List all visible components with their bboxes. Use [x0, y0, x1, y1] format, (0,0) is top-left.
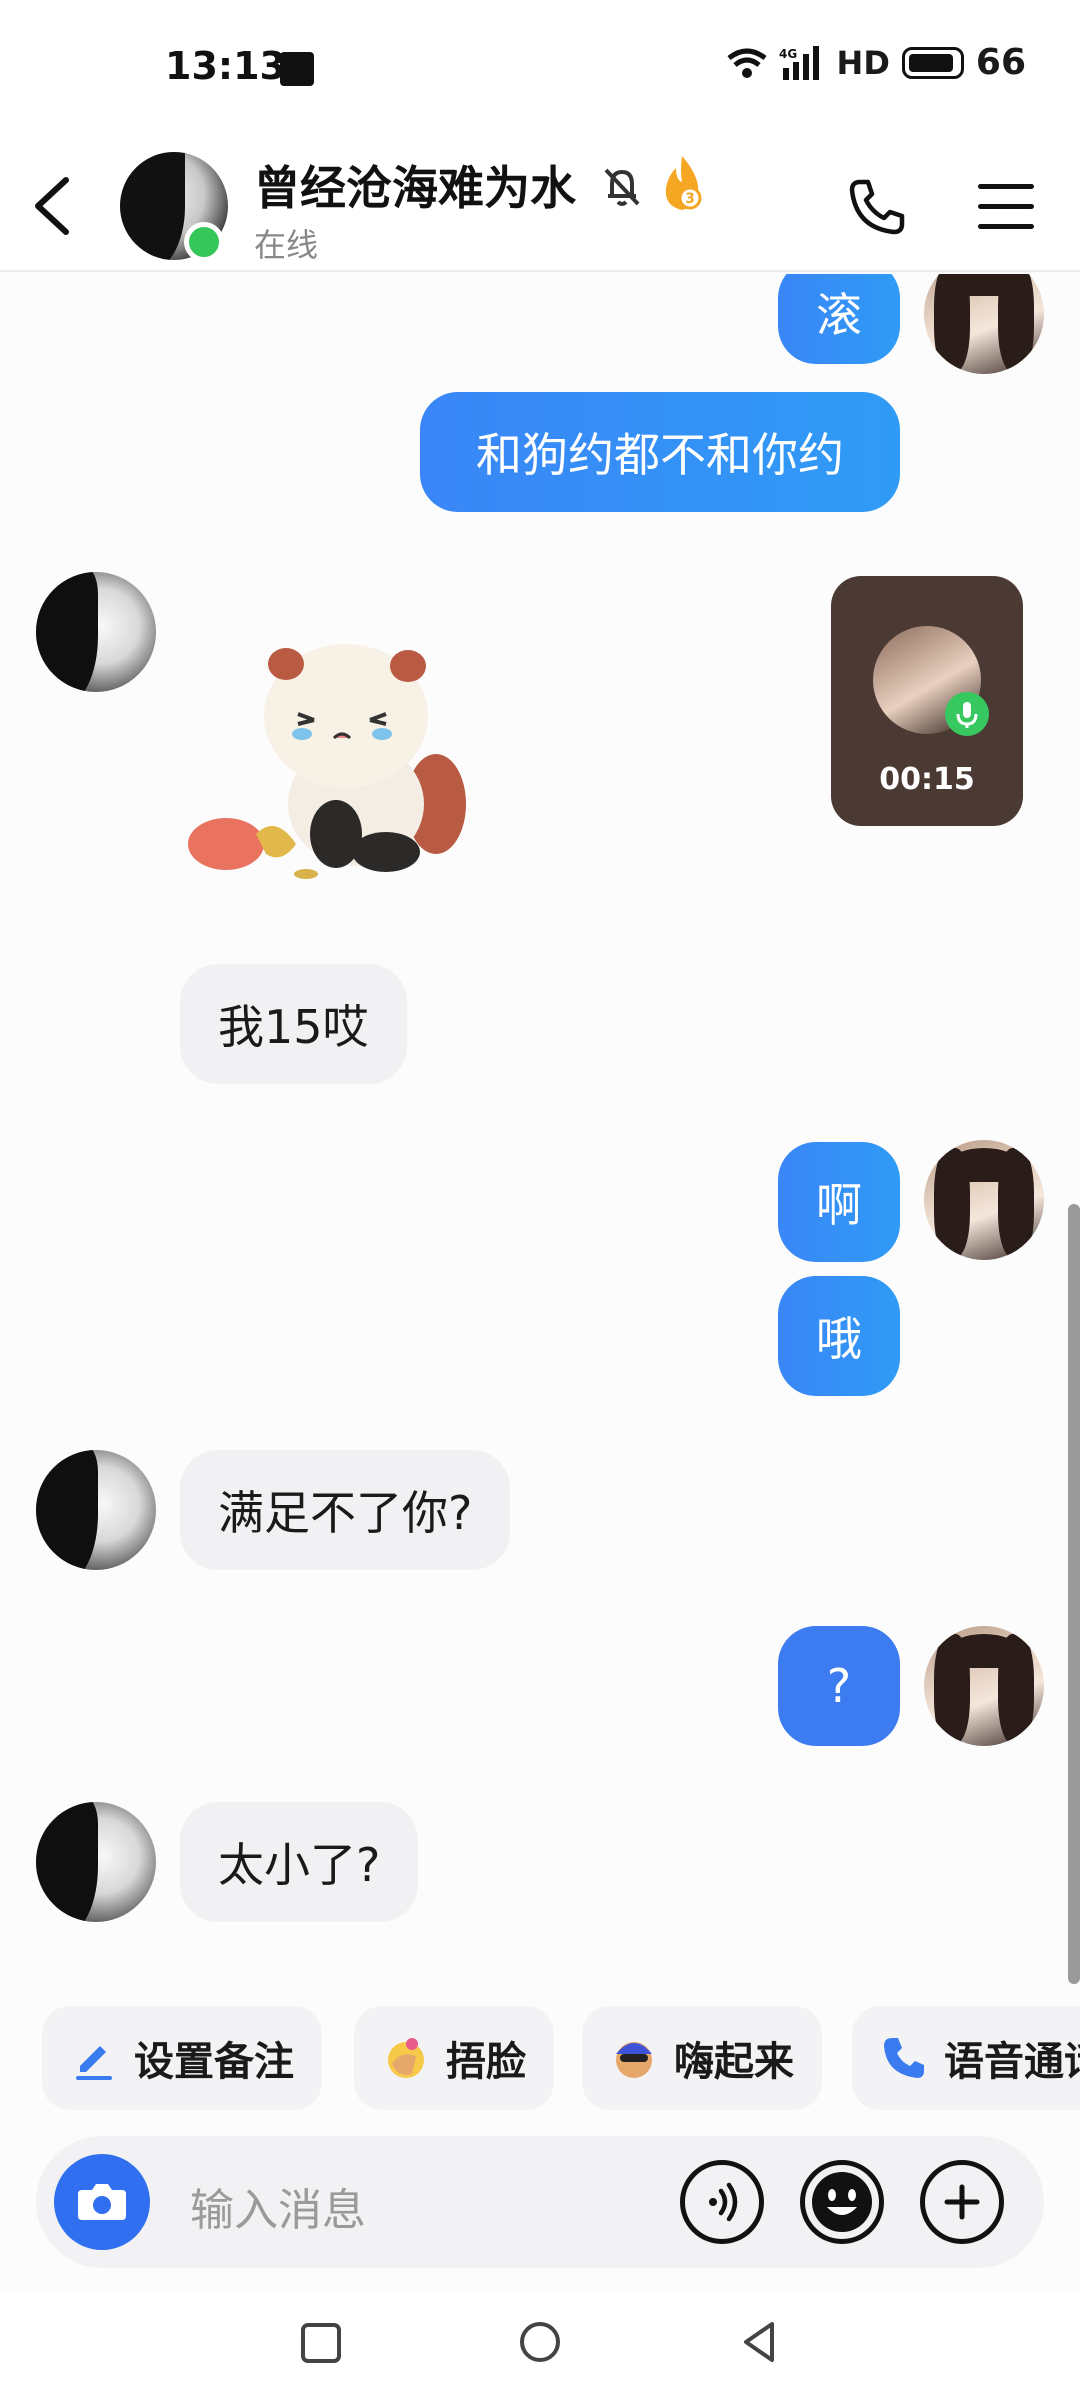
chat-header: 曾经沧海难为水 3 在线 [0, 140, 1080, 272]
chip-label: 语音通话 [944, 2039, 1080, 2085]
wifi-icon [727, 48, 767, 78]
status-time: 13:13 [165, 44, 286, 88]
contact-avatar-small[interactable] [36, 1802, 156, 1922]
mic-icon [945, 692, 989, 736]
recent-apps-icon[interactable] [298, 2320, 344, 2366]
message-input[interactable]: 输入消息 [190, 2174, 366, 2238]
my-avatar[interactable] [924, 1140, 1044, 1260]
quick-actions-bar: 设置备注 捂脸 嗨起来 语音通话 [0, 2006, 1080, 2110]
chip-label: 嗨起来 [674, 2039, 794, 2085]
scrollbar[interactable] [1068, 1204, 1080, 1984]
notification-icon [280, 52, 314, 86]
battery-level: 66 [975, 42, 1026, 83]
chip-label: 捂脸 [446, 2039, 526, 2085]
contact-message-bubble[interactable]: 满足不了你? [180, 1450, 511, 1570]
party-chip[interactable]: 嗨起来 [582, 2006, 822, 2110]
chip-label: 设置备注 [134, 2039, 294, 2085]
phone-call-icon[interactable] [846, 176, 908, 238]
camera-icon [78, 2184, 126, 2220]
mute-bell-icon [604, 168, 640, 206]
back-triangle-icon[interactable] [736, 2318, 784, 2366]
fire-streak-icon: 3 [665, 156, 702, 210]
camera-button[interactable] [54, 2154, 150, 2250]
my-avatar[interactable] [924, 274, 1044, 374]
my-message-bubble[interactable]: 和狗约都不和你约 [420, 392, 900, 512]
my-avatar[interactable] [924, 1626, 1044, 1746]
phone-icon [884, 2038, 924, 2078]
contact-message-bubble[interactable]: 我15哎 [180, 964, 407, 1084]
facepalm-emoji-icon [388, 2038, 424, 2078]
facepalm-chip[interactable]: 捂脸 [354, 2006, 554, 2110]
voice-wave-icon [709, 2182, 738, 2222]
voice-call-card[interactable]: 00:15 [831, 576, 1023, 826]
message-input-bar: 输入消息 [36, 2136, 1044, 2268]
contact-status: 在线 [254, 226, 319, 264]
hd-indicator: HD [836, 43, 890, 82]
call-duration: 00:15 [879, 762, 975, 797]
contact-avatar-small[interactable] [36, 572, 156, 692]
my-message-bubble[interactable]: 啊 [778, 1142, 900, 1262]
contact-message-bubble[interactable]: 太小了? [180, 1802, 419, 1922]
my-message-bubble[interactable]: ? [778, 1626, 900, 1746]
home-icon[interactable] [516, 2318, 564, 2366]
svg-text:4G: 4G [779, 47, 797, 61]
more-button[interactable] [920, 2160, 1004, 2244]
signal-icon: 4G [779, 45, 819, 80]
my-message-bubble[interactable]: 哦 [778, 1276, 900, 1396]
system-nav-bar [0, 2290, 1080, 2400]
online-indicator [184, 222, 224, 262]
contact-avatar-small[interactable] [36, 1450, 156, 1570]
battery-icon [901, 46, 964, 79]
menu-icon[interactable] [978, 178, 1038, 234]
voice-call-chip[interactable]: 语音通话 [852, 2006, 1080, 2110]
fire-level: 3 [685, 191, 695, 207]
smiley-icon [812, 2172, 872, 2232]
panda-sticker[interactable] [186, 604, 546, 904]
contact-name[interactable]: 曾经沧海难为水 [254, 152, 576, 218]
status-bar: 13:13 4G HD 66 [0, 0, 1080, 140]
voice-input-button[interactable] [680, 2160, 764, 2244]
back-arrow-icon[interactable] [26, 174, 82, 238]
message-list[interactable]: 滚 和狗约都不和你约 00:15 我15哎 啊 哦 满足不了你? ? 太小了? [0, 274, 1080, 1974]
party-emoji-icon [616, 2042, 652, 2078]
pencil-icon [76, 2046, 112, 2080]
my-message-bubble[interactable]: 滚 [778, 274, 900, 364]
status-indicators: 4G HD 66 [727, 42, 1026, 83]
set-remark-chip[interactable]: 设置备注 [42, 2006, 322, 2110]
emoji-button[interactable] [800, 2160, 884, 2244]
plus-icon [944, 2184, 980, 2220]
